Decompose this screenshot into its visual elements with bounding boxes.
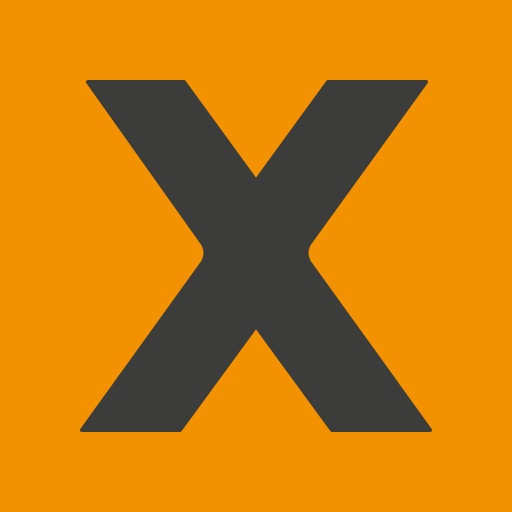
x-logo-shape: [80, 80, 432, 432]
app-icon-tile: [0, 0, 512, 512]
x-logo-icon: [80, 80, 432, 432]
